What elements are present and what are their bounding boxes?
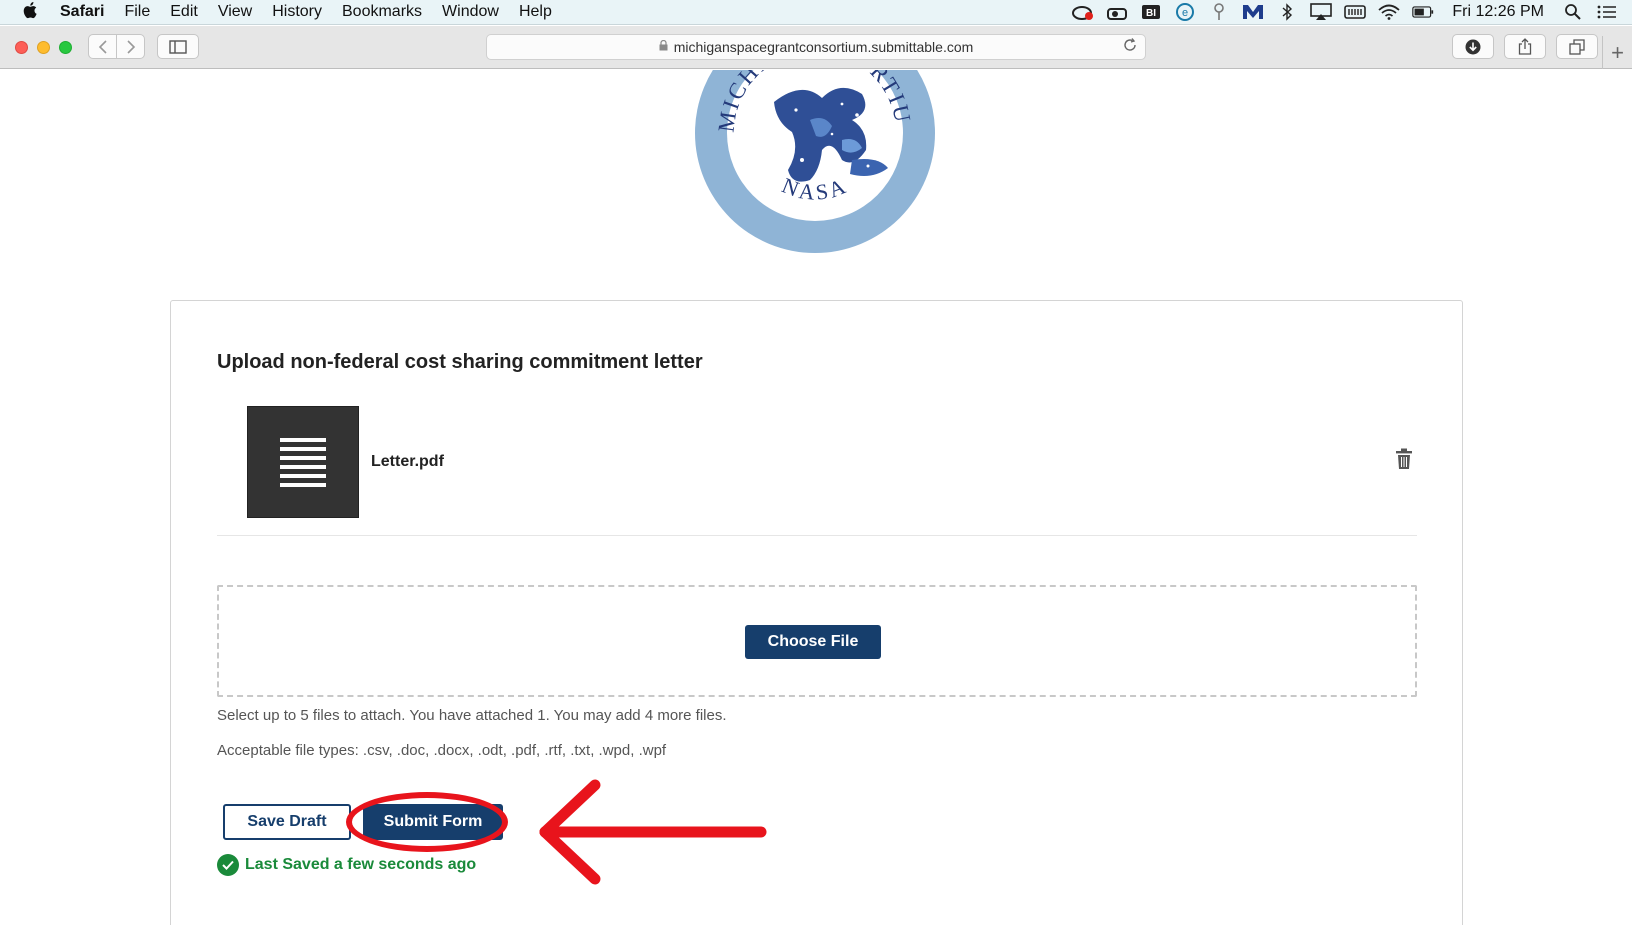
menu-help[interactable]: Help [509, 3, 562, 21]
bi-icon[interactable]: BI [1140, 3, 1162, 21]
consortium-logo: MICHIGA SORTIUM NASA [692, 70, 935, 253]
m-icon[interactable] [1242, 3, 1264, 21]
menu-bar: Safari File Edit View History Bookmarks … [0, 0, 1632, 25]
close-window-button[interactable] [15, 41, 28, 54]
e-icon[interactable]: e [1174, 3, 1196, 21]
zoom-window-button[interactable] [59, 41, 72, 54]
tab-overview-button[interactable] [1556, 34, 1598, 59]
menu-edit[interactable]: Edit [160, 3, 208, 21]
plus-icon: + [1611, 40, 1624, 65]
save-status: Last Saved a few seconds ago [217, 854, 476, 876]
file-types-text: Acceptable file types: .csv, .doc, .docx… [217, 742, 667, 759]
key-icon[interactable] [1208, 3, 1230, 21]
checkmark-icon [217, 854, 239, 876]
forward-button[interactable] [116, 34, 145, 59]
share-button[interactable] [1504, 34, 1546, 59]
attachment-limit-text: Select up to 5 files to attach. You have… [217, 707, 727, 724]
sidebar-toggle-button[interactable] [157, 34, 199, 59]
download-icon [1465, 39, 1481, 54]
notification-list-icon[interactable] [1596, 3, 1618, 21]
wifi-icon[interactable] [1378, 3, 1401, 21]
save-draft-button[interactable]: Save Draft [223, 804, 351, 840]
url-text: michiganspacegrantconsortium.submittable… [673, 39, 974, 55]
document-icon [247, 406, 359, 518]
file-name: Letter.pdf [371, 453, 444, 470]
apple-menu-icon[interactable] [0, 1, 60, 24]
menu-bookmarks[interactable]: Bookmarks [332, 3, 432, 21]
share-icon [1518, 38, 1532, 55]
svg-text:BI: BI [1146, 8, 1156, 19]
chevron-left-icon [98, 39, 107, 54]
sidebar-icon [169, 39, 187, 54]
battery-icon[interactable] [1412, 3, 1434, 21]
keyboard-icon[interactable] [1344, 3, 1367, 21]
reload-icon[interactable] [1123, 38, 1137, 57]
minimize-window-button[interactable] [37, 41, 50, 54]
menu-view[interactable]: View [208, 3, 262, 21]
spotlight-icon[interactable] [1562, 3, 1584, 21]
menu-file[interactable]: File [114, 3, 160, 21]
web-page: MICHIGA SORTIUM NASA Upload non-federal … [0, 70, 1632, 925]
lock-icon [659, 39, 668, 54]
downloads-button[interactable] [1452, 34, 1494, 59]
chevron-right-icon [126, 39, 135, 54]
file-dropzone[interactable]: Choose File [217, 585, 1417, 697]
menu-window[interactable]: Window [432, 3, 509, 21]
bluetooth-icon[interactable] [1276, 3, 1298, 21]
highlight-circle-annotation [346, 792, 508, 852]
creative-cloud-icon[interactable] [1072, 3, 1094, 21]
field-label: Upload non-federal cost sharing commitme… [217, 351, 703, 373]
cloud-sync-icon[interactable] [1106, 3, 1128, 21]
tabs-icon [1569, 38, 1585, 55]
browser-toolbar: michiganspacegrantconsortium.submittable… [0, 26, 1632, 69]
save-status-text: Last Saved a few seconds ago [245, 856, 477, 873]
address-bar[interactable]: michiganspacegrantconsortium.submittable… [486, 34, 1146, 60]
attached-file-row: Letter.pdf [217, 406, 1417, 536]
menubar-clock[interactable]: Fri 12:26 PM [1446, 3, 1550, 21]
choose-file-button[interactable]: Choose File [745, 625, 881, 659]
menu-history[interactable]: History [262, 3, 332, 21]
svg-text:e: e [1182, 7, 1188, 19]
back-button[interactable] [88, 34, 117, 59]
red-arrow-annotation [539, 779, 767, 885]
new-tab-button[interactable]: + [1602, 36, 1632, 69]
airplay-icon[interactable] [1310, 3, 1333, 21]
menu-safari[interactable]: Safari [60, 3, 114, 21]
form-card: Upload non-federal cost sharing commitme… [170, 300, 1463, 925]
trash-icon[interactable] [1395, 448, 1417, 472]
